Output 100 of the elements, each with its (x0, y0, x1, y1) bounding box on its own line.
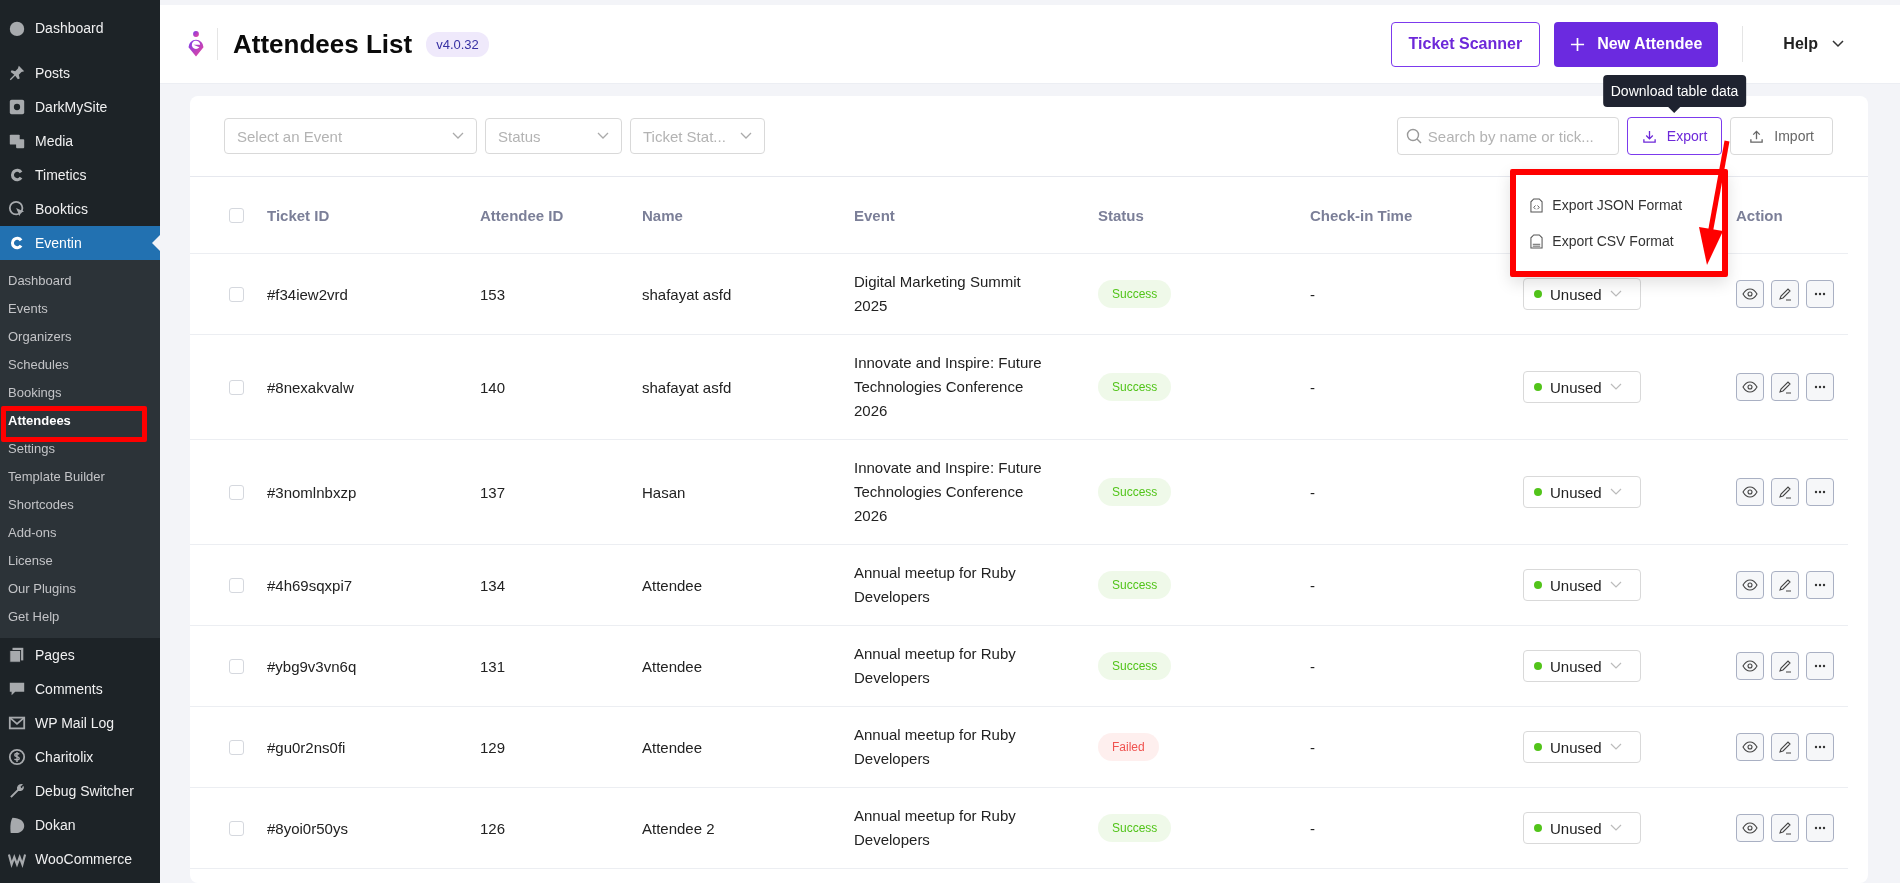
page-title: Attendees List (233, 28, 413, 60)
sidebar-item[interactable]: WP Mail Log (0, 706, 160, 740)
download-icon (1641, 128, 1657, 144)
submenu-item[interactable]: Attendees (0, 407, 160, 435)
sidebar-item[interactable]: Dokan (0, 808, 160, 842)
csv-file-icon (1530, 233, 1544, 249)
ticket-status-dropdown[interactable]: Unused (1523, 812, 1641, 844)
ticket-status-dropdown[interactable]: Unused (1523, 371, 1641, 403)
edit-button[interactable] (1771, 652, 1799, 680)
sidebar-item[interactable]: WooCommerce (0, 842, 160, 876)
more-button[interactable] (1806, 571, 1834, 599)
more-button[interactable] (1806, 814, 1834, 842)
checkbox[interactable] (229, 379, 244, 395)
status-badge: Success (1098, 814, 1172, 842)
ticket-status-dropdown[interactable]: Unused (1523, 731, 1641, 763)
sidebar-item[interactable]: Charitolix (0, 740, 160, 774)
media-icon (8, 132, 26, 150)
sidebar-item[interactable]: Media (0, 124, 160, 158)
menu-item[interactable]: Export CSV Format (1516, 223, 1723, 259)
more-button[interactable] (1806, 652, 1834, 680)
more-button[interactable] (1806, 280, 1834, 308)
view-button[interactable] (1736, 373, 1764, 401)
submenu-item[interactable]: Schedules (0, 351, 160, 379)
status-badge: Success (1098, 478, 1172, 506)
chevron-down-icon (1609, 383, 1622, 391)
table-cell: Attendee (642, 657, 703, 675)
table-cell-text: Annual meetup for Ruby Developers (854, 563, 1017, 607)
checkbox[interactable] (229, 739, 244, 755)
submenu-item[interactable]: Dashboard (0, 267, 160, 295)
sidebar-item[interactable]: Timetics (0, 158, 160, 192)
table-cell: #ybg9v3vn6q (267, 657, 357, 675)
column-header: Status (1098, 206, 1144, 224)
submenu-item[interactable]: Shortcodes (0, 491, 160, 519)
status-badge: Success (1098, 373, 1172, 401)
edit-button[interactable] (1771, 478, 1799, 506)
sidebar-item[interactable]: Comments (0, 672, 160, 706)
sidebar-item[interactable]: Eventin (0, 226, 160, 260)
checkbox[interactable] (229, 577, 244, 593)
column-header: Action (1736, 206, 1783, 224)
table-cell: shafayat asfd (642, 285, 732, 303)
table-cell: - (1310, 483, 1315, 501)
sidebar-item[interactable]: DarkMySite (0, 90, 160, 124)
submenu-item[interactable]: License (0, 547, 160, 575)
checkbox[interactable] (229, 286, 244, 302)
status-badge: Failed (1098, 733, 1159, 761)
checkbox[interactable] (229, 658, 244, 674)
pencil-icon (1777, 658, 1793, 674)
edit-button[interactable] (1771, 373, 1799, 401)
edit-button[interactable] (1771, 571, 1799, 599)
status-badge: Success (1098, 280, 1172, 308)
help-menu[interactable]: Help (1777, 34, 1850, 54)
ticket-scanner-button[interactable]: Ticket Scanner (1390, 21, 1541, 67)
status-badge: Success (1098, 652, 1172, 680)
edit-button[interactable] (1771, 733, 1799, 761)
ticket-status-dropdown[interactable]: Unused (1523, 650, 1641, 682)
sidebar-item[interactable]: Pages (0, 638, 160, 672)
sidebar-item[interactable]: Debug Switcher (0, 774, 160, 808)
more-button[interactable] (1806, 373, 1834, 401)
sidebar-item[interactable]: Dashboard (0, 11, 160, 45)
submenu-item[interactable]: Bookings (0, 379, 160, 407)
version-tag: v4.0.32 (426, 31, 489, 57)
view-button[interactable] (1736, 814, 1764, 842)
column-header: Attendee ID (480, 206, 564, 224)
pencil-icon (1777, 484, 1793, 500)
table-cell: - (1310, 738, 1315, 756)
ticket-status-dropdown[interactable]: Unused (1523, 278, 1641, 310)
sidebar-item[interactable]: Booktics (0, 192, 160, 226)
submenu-item[interactable]: Our Plugins (0, 575, 160, 603)
ticket-status-dropdown[interactable]: Unused (1523, 569, 1641, 601)
ticket-status-dropdown[interactable]: Unused (1523, 476, 1641, 508)
new-attendee-button[interactable]: New Attendee (1554, 21, 1719, 67)
more-button[interactable] (1806, 733, 1834, 761)
submenu-item[interactable]: Add-ons (0, 519, 160, 547)
table-cell: 137 (480, 483, 506, 501)
table-cell-text: Annual meetup for Ruby Developers (854, 806, 1017, 850)
view-button[interactable] (1736, 571, 1764, 599)
table-cell: #3nomlnbxzp (267, 483, 357, 501)
submenu-item[interactable]: Get Help (0, 603, 160, 631)
view-button[interactable] (1736, 478, 1764, 506)
checkbox[interactable] (229, 820, 244, 836)
edit-button[interactable] (1771, 280, 1799, 308)
import-button[interactable]: Import (1730, 117, 1833, 155)
checkbox[interactable] (229, 484, 244, 500)
view-button[interactable] (1736, 733, 1764, 761)
export-button[interactable]: Export (1626, 117, 1723, 155)
checkbox[interactable] (229, 207, 244, 223)
submenu-item[interactable]: Events (0, 295, 160, 323)
submenu-item[interactable]: Organizers (0, 323, 160, 351)
submenu-item[interactable]: Template Builder (0, 463, 160, 491)
search-field[interactable]: Search by name or tick... (1396, 117, 1619, 155)
view-button[interactable] (1736, 280, 1764, 308)
table-cell-text: Annual meetup for Ruby Developers (854, 725, 1017, 769)
chevron-down-icon (1609, 824, 1622, 832)
submenu-item[interactable]: Settings (0, 435, 160, 463)
edit-button[interactable] (1771, 814, 1799, 842)
more-button[interactable] (1806, 478, 1834, 506)
menu-item[interactable]: Export JSON Format (1516, 187, 1723, 223)
eye-icon (1742, 739, 1758, 755)
view-button[interactable] (1736, 652, 1764, 680)
sidebar-item[interactable]: Posts (0, 56, 160, 90)
